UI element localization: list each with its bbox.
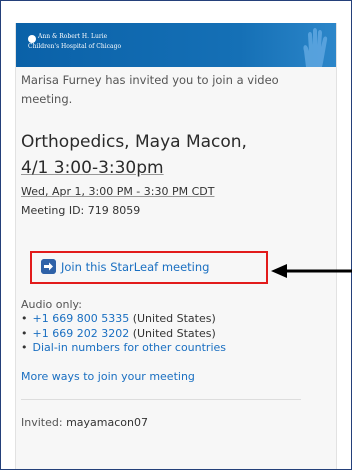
divider <box>21 399 301 400</box>
invited-label: Invited: <box>21 416 63 429</box>
list-item: • Dial-in numbers for other countries <box>21 341 226 356</box>
hospital-logo-line2: Children's Hospital of Chicago <box>28 43 122 50</box>
pointer-arrow-icon <box>271 264 352 278</box>
invited-value: mayamacon07 <box>66 416 148 429</box>
phone-link[interactable]: +1 669 202 3202 <box>33 327 130 340</box>
hand-logo-icon <box>303 28 328 67</box>
meeting-id-label: Meeting ID: <box>21 204 85 217</box>
bullet-icon: • <box>21 341 28 354</box>
meeting-date-time: Wed, Apr 1, 3:00 PM - 3:30 PM CDT <box>21 185 215 198</box>
join-arrow-icon[interactable] <box>41 259 56 274</box>
list-item: • +1 669 800 5335 (United States) <box>21 312 226 327</box>
bullet-icon: • <box>21 326 28 340</box>
dial-in-numbers-link[interactable]: Dial-in numbers for other countries <box>33 341 227 354</box>
meeting-title-line1: Orthopedics, Maya Macon, <box>21 132 247 152</box>
meeting-title: Orthopedics, Maya Macon, 4/1 3:00-3:30pm <box>21 129 311 181</box>
phone-link[interactable]: +1 669 800 5335 <box>33 312 130 325</box>
meeting-id-value: 719 8059 <box>87 204 141 217</box>
hospital-logo-icon <box>28 35 36 43</box>
hospital-logo-line1: Ann & Robert H. Lurie <box>38 33 108 40</box>
invite-message: Marisa Furney has invited you to join a … <box>21 73 279 106</box>
phone-country: (United States) <box>132 312 216 325</box>
join-meeting-link[interactable]: Join this StarLeaf meeting <box>61 260 209 274</box>
more-ways-to-join-link[interactable]: More ways to join your meeting <box>21 370 195 383</box>
phone-country: (United States) <box>132 326 216 340</box>
audio-only-label: Audio only: <box>21 298 82 311</box>
top-bar <box>1 1 351 23</box>
meeting-id: Meeting ID: 719 8059 <box>21 204 140 217</box>
bullet-icon: • <box>21 312 28 325</box>
meeting-title-line2: 4/1 3:00-3:30pm <box>21 158 164 178</box>
audio-number-list: • +1 669 800 5335 (United States) • +1 669… <box>21 312 226 356</box>
screenshot-frame: Ann & Robert H. Lurie Children's Hospita… <box>0 0 352 470</box>
hospital-banner: Ann & Robert H. Lurie Children's Hospita… <box>16 23 336 67</box>
invited-line: Invited: mayamacon07 <box>21 416 148 429</box>
list-item: • +1 669 202 3202 (United States) <box>21 327 226 342</box>
